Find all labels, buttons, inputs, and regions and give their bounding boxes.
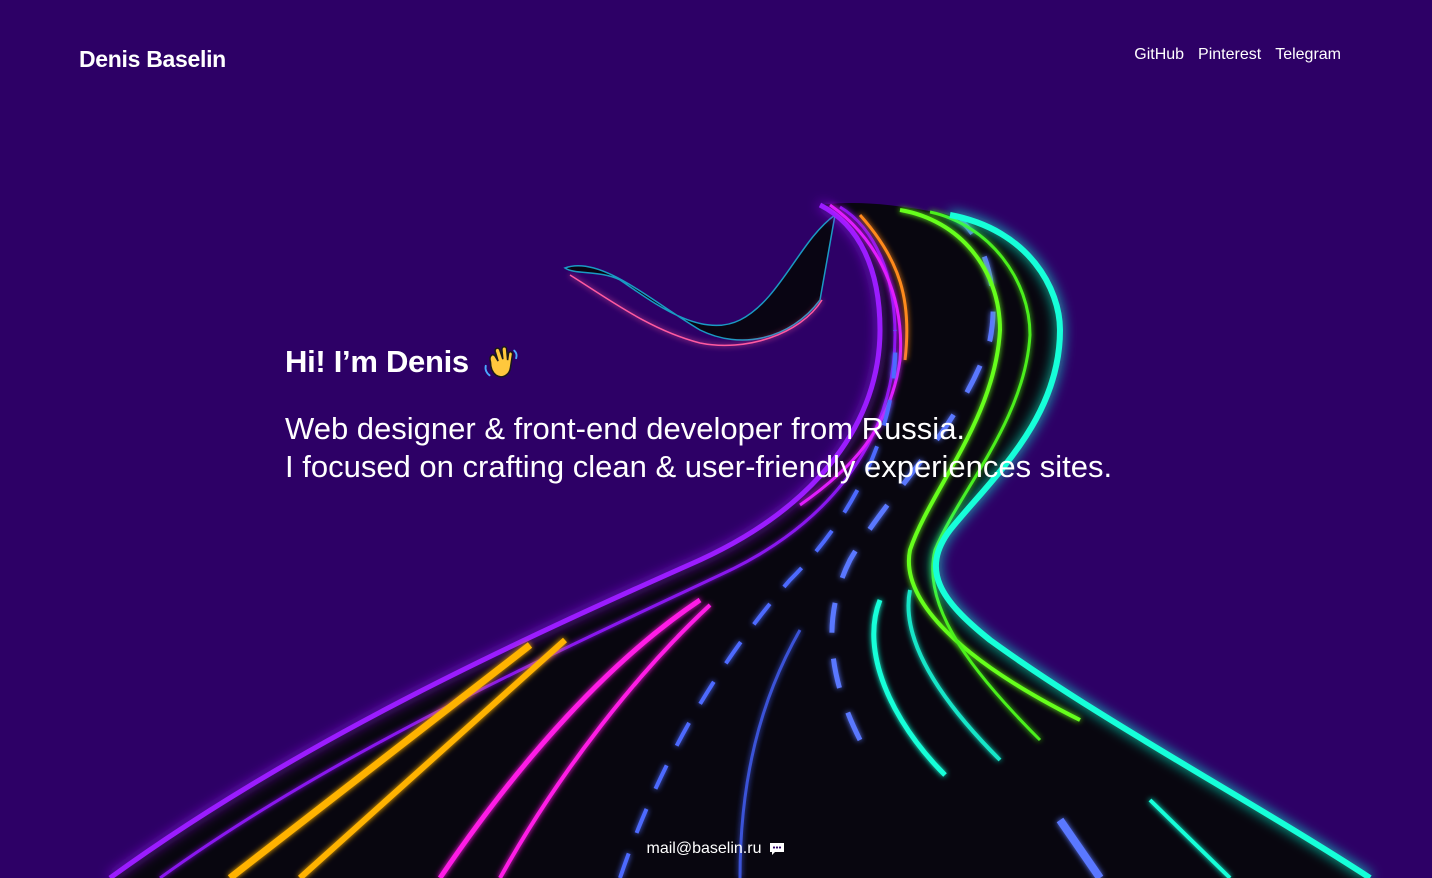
nav-link-github[interactable]: GitHub bbox=[1134, 46, 1184, 64]
hero-section: Hi! I’m Denis Web designer & front-end d… bbox=[285, 340, 1112, 486]
bio-line-2: I focused on crafting clean & user-frien… bbox=[285, 449, 1113, 484]
road-far-ribbon bbox=[563, 213, 837, 341]
site-footer: mail@baselin.ru bbox=[0, 840, 1432, 858]
waving-hand-icon bbox=[484, 346, 518, 378]
email-link[interactable]: mail@baselin.ru bbox=[647, 840, 762, 858]
site-header: Denis Baselin GitHub Pinterest Telegram bbox=[0, 0, 1432, 110]
hero-bio: Web designer & front-end developer from … bbox=[285, 410, 1112, 486]
contact-email: mail@baselin.ru bbox=[647, 840, 786, 858]
bio-line-1: Web designer & front-end developer from … bbox=[285, 411, 966, 446]
main-nav: GitHub Pinterest Telegram bbox=[1134, 46, 1341, 64]
site-logo[interactable]: Denis Baselin bbox=[79, 46, 226, 73]
nav-link-telegram[interactable]: Telegram bbox=[1275, 46, 1341, 64]
greeting-text: Hi! I’m Denis bbox=[285, 344, 469, 379]
nav-link-pinterest[interactable]: Pinterest bbox=[1198, 46, 1261, 64]
hero-greeting: Hi! I’m Denis bbox=[285, 340, 1112, 384]
chat-bubble-icon[interactable] bbox=[769, 841, 785, 857]
